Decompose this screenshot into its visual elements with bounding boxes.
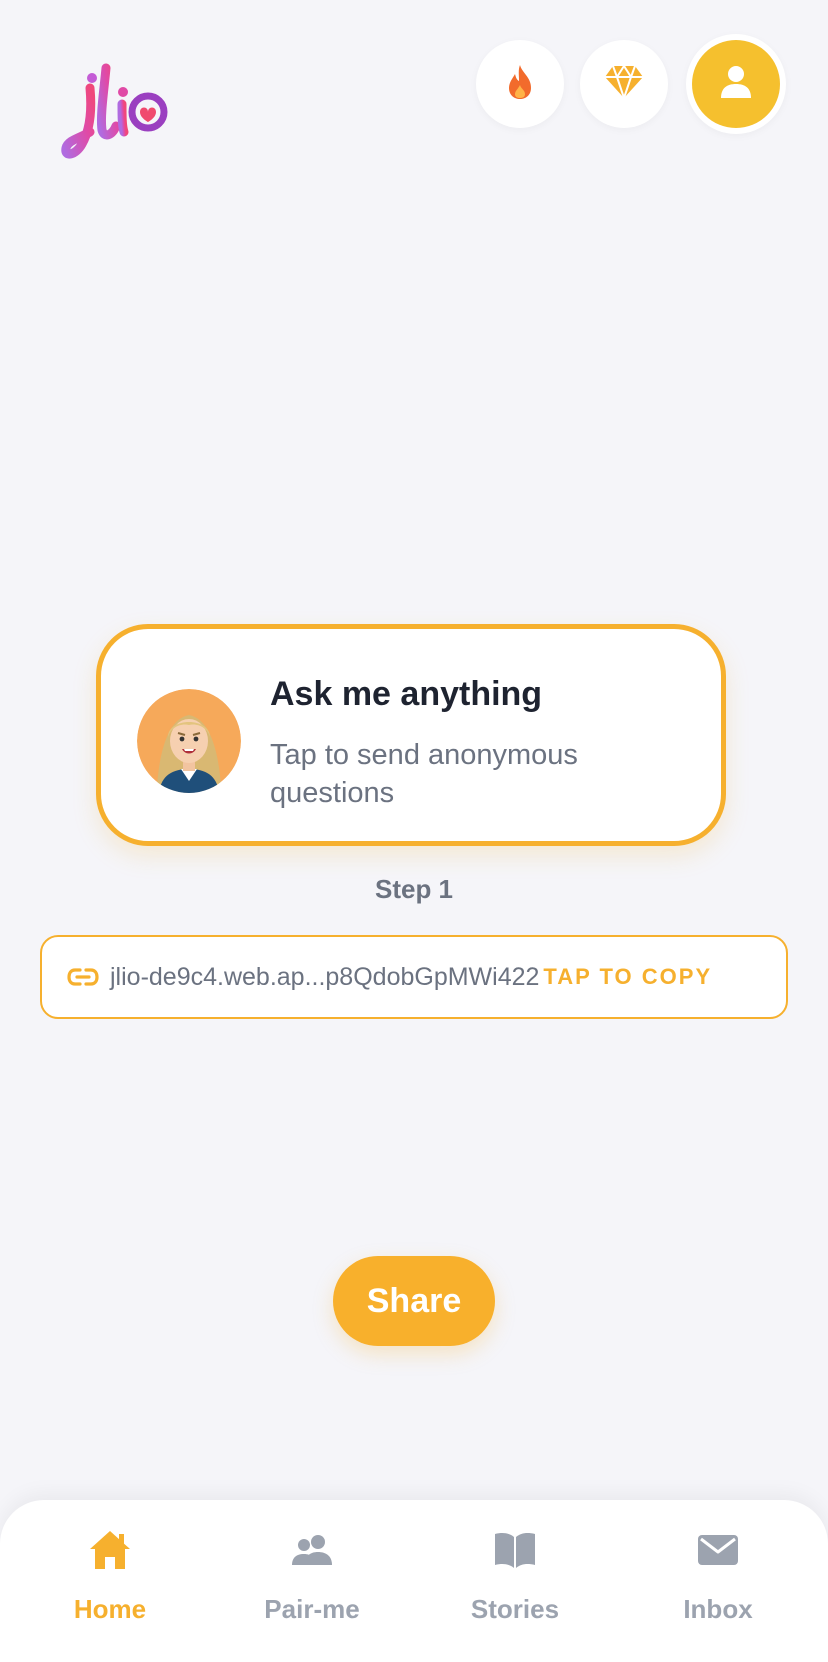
bottom-nav: Home Pair-me Stories Inbox bbox=[0, 1500, 828, 1662]
link-icon bbox=[66, 960, 100, 994]
card-subtitle: Tap to send anonymous questions bbox=[270, 739, 578, 809]
nav-label-home: Home bbox=[73, 1594, 147, 1624]
share-link-box[interactable]: jlio-de9c4.web.ap...p8QdobGpMWi422 TAP T… bbox=[40, 935, 788, 1019]
share-link-url: jlio-de9c4.web.ap...p8QdobGpMWi422 bbox=[110, 962, 540, 991]
book-icon bbox=[491, 1526, 539, 1574]
mail-icon bbox=[694, 1526, 742, 1574]
app-logo bbox=[60, 60, 178, 166]
premium-button[interactable] bbox=[580, 40, 668, 128]
avatar bbox=[137, 689, 241, 793]
profile-button[interactable] bbox=[686, 34, 786, 134]
users-icon bbox=[288, 1526, 336, 1574]
nav-item-inbox[interactable]: Inbox bbox=[638, 1526, 798, 1636]
step-label: Step 1 bbox=[374, 874, 454, 904]
card-title: Ask me anything bbox=[270, 675, 543, 713]
copy-link-button[interactable]: TAP TO COPY bbox=[543, 964, 712, 990]
ask-me-anything-card[interactable]: Ask me anything Tap to send anonymous qu… bbox=[96, 624, 726, 846]
fire-icon bbox=[505, 63, 535, 106]
home-icon bbox=[86, 1526, 134, 1574]
user-icon bbox=[719, 64, 753, 105]
streak-button[interactable] bbox=[476, 40, 564, 128]
nav-label-pair-me: Pair-me bbox=[264, 1594, 360, 1624]
gem-icon bbox=[603, 63, 645, 105]
nav-label-stories: Stories bbox=[470, 1594, 560, 1624]
share-button[interactable]: Share bbox=[333, 1256, 495, 1346]
nav-item-home[interactable]: Home bbox=[30, 1526, 190, 1636]
nav-item-pair-me[interactable]: Pair-me bbox=[232, 1526, 392, 1636]
nav-item-stories[interactable]: Stories bbox=[435, 1526, 595, 1636]
nav-label-inbox: Inbox bbox=[683, 1594, 753, 1624]
